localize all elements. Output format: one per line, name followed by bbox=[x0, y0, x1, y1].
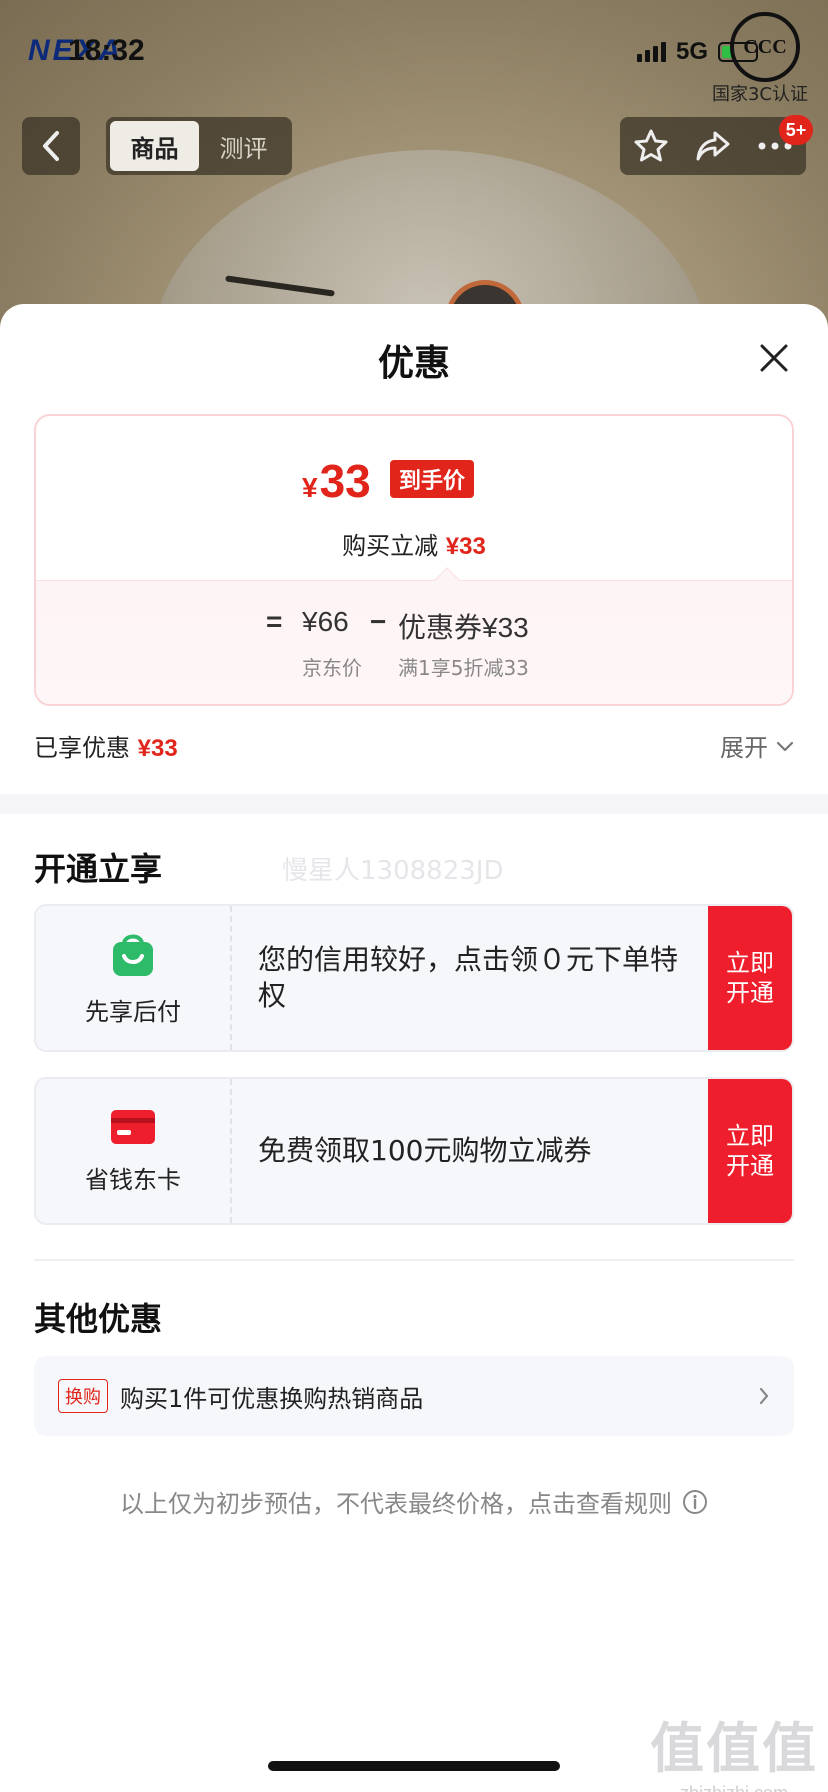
share-button[interactable] bbox=[694, 129, 732, 163]
promo-card-pay-later[interactable]: 先享后付 您的信用较好，点击领０元下单特权 立即开通 bbox=[34, 904, 794, 1052]
enjoyed-discount: 已享优惠 ¥33 bbox=[34, 728, 178, 763]
enjoyed-value: ¥33 bbox=[137, 735, 178, 762]
close-icon bbox=[760, 344, 788, 372]
promo-description: 您的信用较好，点击领０元下单特权 bbox=[258, 942, 679, 1012]
back-icon bbox=[43, 131, 59, 161]
footnote-text: 以上仅为初步预估，不代表最终价格，点击查看规则 bbox=[120, 1490, 672, 1518]
price-breakdown-card: ¥ 33 到手价 购买立减 ¥33 = ¥66 − 优惠券¥33 京东价 满1享… bbox=[34, 414, 794, 706]
site-watermark: 值值值 zhizhizhi.com bbox=[650, 1704, 818, 1792]
close-button[interactable] bbox=[754, 338, 794, 378]
promo-brand: 先享后付 bbox=[36, 906, 232, 1050]
expand-button[interactable]: 展开 bbox=[720, 728, 794, 763]
page-tabs: 商品 测评 bbox=[106, 117, 292, 175]
coupon-amount: 优惠券¥33 bbox=[398, 612, 529, 643]
status-time: 18:32 bbox=[68, 34, 145, 67]
promo-name: 先享后付 bbox=[85, 997, 181, 1026]
signal-icon bbox=[636, 42, 666, 62]
network-label: 5G bbox=[675, 38, 708, 65]
tab-product[interactable]: 商品 bbox=[110, 121, 199, 171]
tab-review[interactable]: 测评 bbox=[199, 121, 288, 171]
instant-reduce: 购买立减 ¥33 bbox=[36, 526, 792, 561]
activate-button[interactable]: 立即开通 bbox=[708, 906, 792, 1050]
cert-label: 国家3C认证 bbox=[711, 84, 808, 105]
favorite-button[interactable] bbox=[633, 128, 669, 164]
site-watermark-logo: 值值值 bbox=[650, 1717, 818, 1780]
jd-price: ¥66 bbox=[302, 606, 349, 637]
card-icon bbox=[111, 1109, 155, 1144]
watermark: 慢星人1308823JD bbox=[282, 856, 504, 886]
sheet-title: 优惠 bbox=[377, 343, 450, 384]
share-icon bbox=[696, 131, 730, 161]
rules-link[interactable]: 以上仅为初步预估，不代表最终价格，点击查看规则 bbox=[0, 1484, 828, 1519]
chevron-right-icon bbox=[759, 1387, 769, 1405]
chevron-down-icon bbox=[776, 741, 794, 751]
reduce-value: ¥33 bbox=[445, 533, 486, 560]
promo-description: 免费领取100元购物立减券 bbox=[258, 1133, 592, 1167]
final-price-value: 33 bbox=[319, 455, 371, 507]
final-price-tag: 到手价 bbox=[390, 460, 475, 498]
expand-label: 展开 bbox=[720, 734, 768, 762]
home-indicator[interactable] bbox=[268, 1761, 560, 1771]
star-icon bbox=[634, 129, 668, 162]
section-divider bbox=[34, 1259, 794, 1261]
enjoyed-label: 已享优惠 bbox=[34, 734, 130, 762]
shopping-bag-icon bbox=[113, 934, 153, 976]
jd-price-label: 京东价 bbox=[302, 656, 362, 680]
reduce-label: 购买立减 bbox=[342, 532, 439, 560]
info-icon bbox=[683, 1489, 707, 1514]
promo-card-jd-card[interactable]: 省钱东卡 免费领取100元购物立减券 立即开通 bbox=[34, 1077, 794, 1225]
price-summary: ¥ 33 到手价 购买立减 ¥33 bbox=[36, 416, 792, 586]
open-section-title: 开通立享 bbox=[34, 850, 163, 888]
other-section-title: 其他优惠 bbox=[34, 1300, 163, 1338]
activate-button[interactable]: 立即开通 bbox=[708, 1079, 792, 1223]
trade-in-offer[interactable]: 换购 购买1件可优惠换购热销商品 bbox=[34, 1356, 794, 1436]
promo-name: 省钱东卡 bbox=[85, 1165, 181, 1194]
ccc-cert-logo: CCC bbox=[730, 12, 800, 82]
trade-in-tag: 换购 bbox=[58, 1379, 108, 1413]
site-watermark-url: zhizhizhi.com bbox=[650, 1783, 818, 1792]
product-image bbox=[150, 150, 710, 320]
back-button[interactable] bbox=[22, 117, 80, 175]
final-price: ¥ 33 bbox=[302, 454, 371, 508]
message-badge: 5+ bbox=[779, 115, 813, 145]
currency-symbol: ¥ bbox=[302, 472, 318, 503]
discount-sheet: 优惠 ¥ 33 到手价 购买立减 ¥33 = ¥66 − 优惠券¥33 京东价 … bbox=[0, 304, 828, 1792]
minus-sign: − bbox=[370, 606, 387, 637]
coupon-rule: 满1享5折减33 bbox=[398, 656, 529, 680]
nav-actions bbox=[620, 117, 806, 175]
section-divider bbox=[0, 794, 828, 814]
promo-brand: 省钱东卡 bbox=[36, 1079, 232, 1223]
trade-in-text: 购买1件可优惠换购热销商品 bbox=[120, 1384, 424, 1413]
equals-sign: = bbox=[266, 606, 283, 637]
